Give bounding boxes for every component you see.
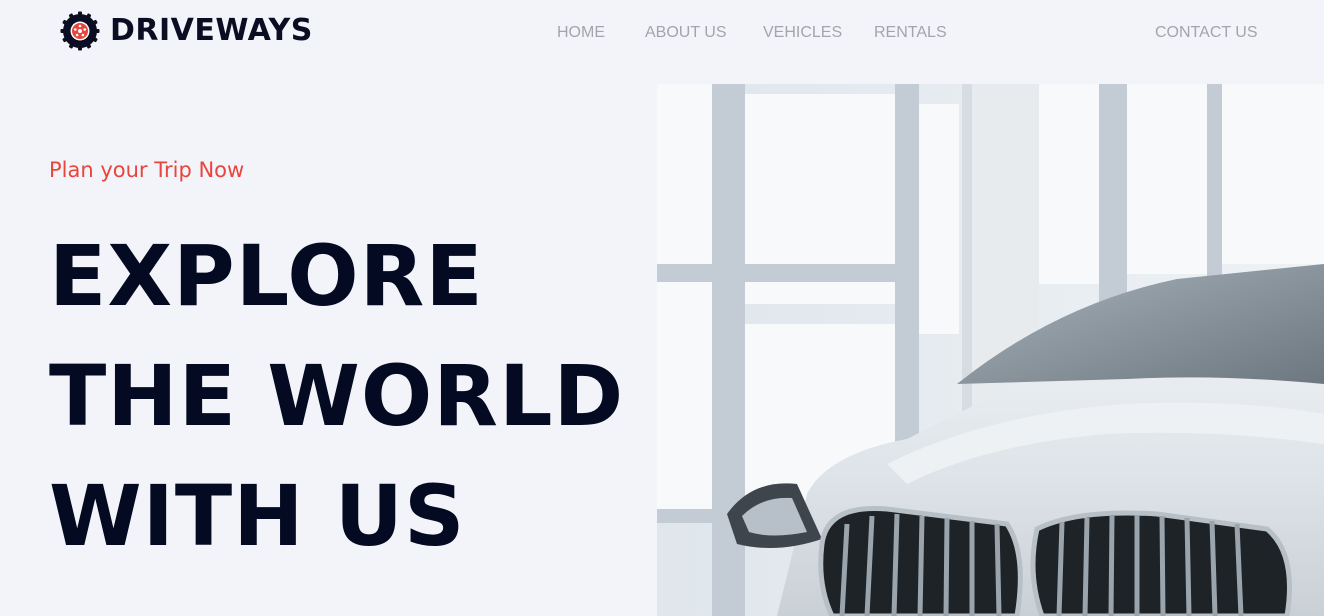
logo-link[interactable]: DRIVEWAYS [60,11,313,51]
nav-about-link[interactable]: ABOUT US [645,22,727,44]
brand-name: DRIVEWAYS [110,13,313,48]
nav-vehicles-link[interactable]: VEHICLES [763,22,842,44]
hero-headline-line-1: EXPLORE [49,227,484,325]
hero-headline-line-2: THE WORLD [49,347,625,445]
hero-eyebrow: Plan your Trip Now [49,158,245,182]
landing-page: DRIVEWAYS HOME ABOUT US VEHICLES RENTALS… [0,0,1324,616]
nav-contact-link[interactable]: CONTACT US [1155,22,1258,44]
hero-headline-line-3: WITH US [49,467,466,565]
site-header: DRIVEWAYS HOME ABOUT US VEHICLES RENTALS… [0,0,1324,66]
tire-logo-icon [60,11,100,51]
nav-home-link[interactable]: HOME [557,22,605,44]
hero-car-image [657,84,1324,616]
nav-rentals-link[interactable]: RENTALS [874,22,947,44]
